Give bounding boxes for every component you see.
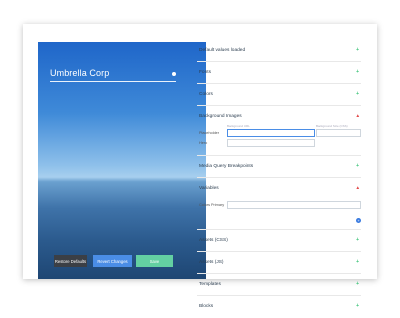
section-fonts[interactable]: Fonts + bbox=[197, 62, 361, 84]
hero-url-input[interactable] bbox=[227, 139, 315, 147]
collapse-icon[interactable]: ▴ bbox=[356, 113, 359, 119]
brand-underline: Umbrella Corp bbox=[50, 68, 176, 82]
placeholder-url-input[interactable] bbox=[227, 129, 315, 137]
preview-panel: Umbrella Corp Restore Defaults Revert Ch… bbox=[38, 42, 206, 279]
hero-label: Hero bbox=[199, 141, 208, 145]
save-button[interactable]: Save bbox=[136, 255, 173, 267]
section-blocks[interactable]: Blocks + bbox=[197, 296, 361, 318]
section-label: Default values loaded bbox=[199, 48, 246, 53]
section-colors[interactable]: Colors + bbox=[197, 84, 361, 106]
section-label: Assets (CSS) bbox=[199, 238, 228, 243]
plus-icon[interactable]: + bbox=[356, 303, 359, 309]
revert-changes-button[interactable]: Revert Changes bbox=[93, 255, 132, 267]
app-window: Umbrella Corp Restore Defaults Revert Ch… bbox=[23, 24, 377, 309]
color-primary-input[interactable] bbox=[227, 201, 361, 209]
section-media-query[interactable]: Media Query Breakpoints + bbox=[197, 156, 361, 178]
section-variables[interactable]: Variables ▴ bbox=[197, 178, 361, 200]
section-assets-js[interactable]: Assets (JS) + bbox=[197, 252, 361, 274]
edit-icon[interactable] bbox=[172, 72, 176, 76]
add-icon[interactable]: + bbox=[356, 218, 361, 223]
restore-defaults-button[interactable]: Restore Defaults bbox=[54, 255, 87, 267]
plus-icon[interactable]: + bbox=[356, 237, 359, 243]
plus-icon[interactable]: + bbox=[356, 259, 359, 265]
collapse-icon[interactable]: ▴ bbox=[356, 185, 359, 191]
plus-icon[interactable]: + bbox=[356, 47, 359, 53]
section-templates[interactable]: Templates + bbox=[197, 274, 361, 296]
plus-icon[interactable]: + bbox=[356, 163, 359, 169]
section-label: Templates bbox=[199, 282, 221, 287]
section-label: Background Images bbox=[199, 114, 242, 119]
background-url-hint: Background URL bbox=[227, 124, 250, 128]
section-label: Variables bbox=[199, 186, 219, 191]
plus-icon[interactable]: + bbox=[356, 281, 359, 287]
background-images-fields: Background URL Background Size (CSS) Pla… bbox=[197, 124, 361, 156]
section-label: Assets (JS) bbox=[199, 260, 224, 265]
background-size-hint: Background Size (CSS) bbox=[316, 124, 348, 128]
section-assets-css[interactable]: Assets (CSS) + bbox=[197, 230, 361, 252]
placeholder-size-input[interactable] bbox=[316, 129, 361, 137]
brand-name[interactable]: Umbrella Corp bbox=[50, 68, 176, 78]
section-label: Colors bbox=[199, 92, 213, 97]
plus-icon[interactable]: + bbox=[356, 69, 359, 75]
section-label: Media Query Breakpoints bbox=[199, 164, 254, 169]
color-primary-label: Colors Primary bbox=[199, 203, 225, 207]
section-label: Blocks bbox=[199, 304, 214, 309]
settings-panel: Default values loaded + Fonts + Colors +… bbox=[197, 40, 361, 318]
section-label: Fonts bbox=[199, 70, 211, 75]
plus-icon[interactable]: + bbox=[356, 91, 359, 97]
variables-fields: Colors Primary + bbox=[197, 200, 361, 230]
placeholder-label: Placeholder bbox=[199, 131, 220, 135]
section-defaults[interactable]: Default values loaded + bbox=[197, 40, 361, 62]
